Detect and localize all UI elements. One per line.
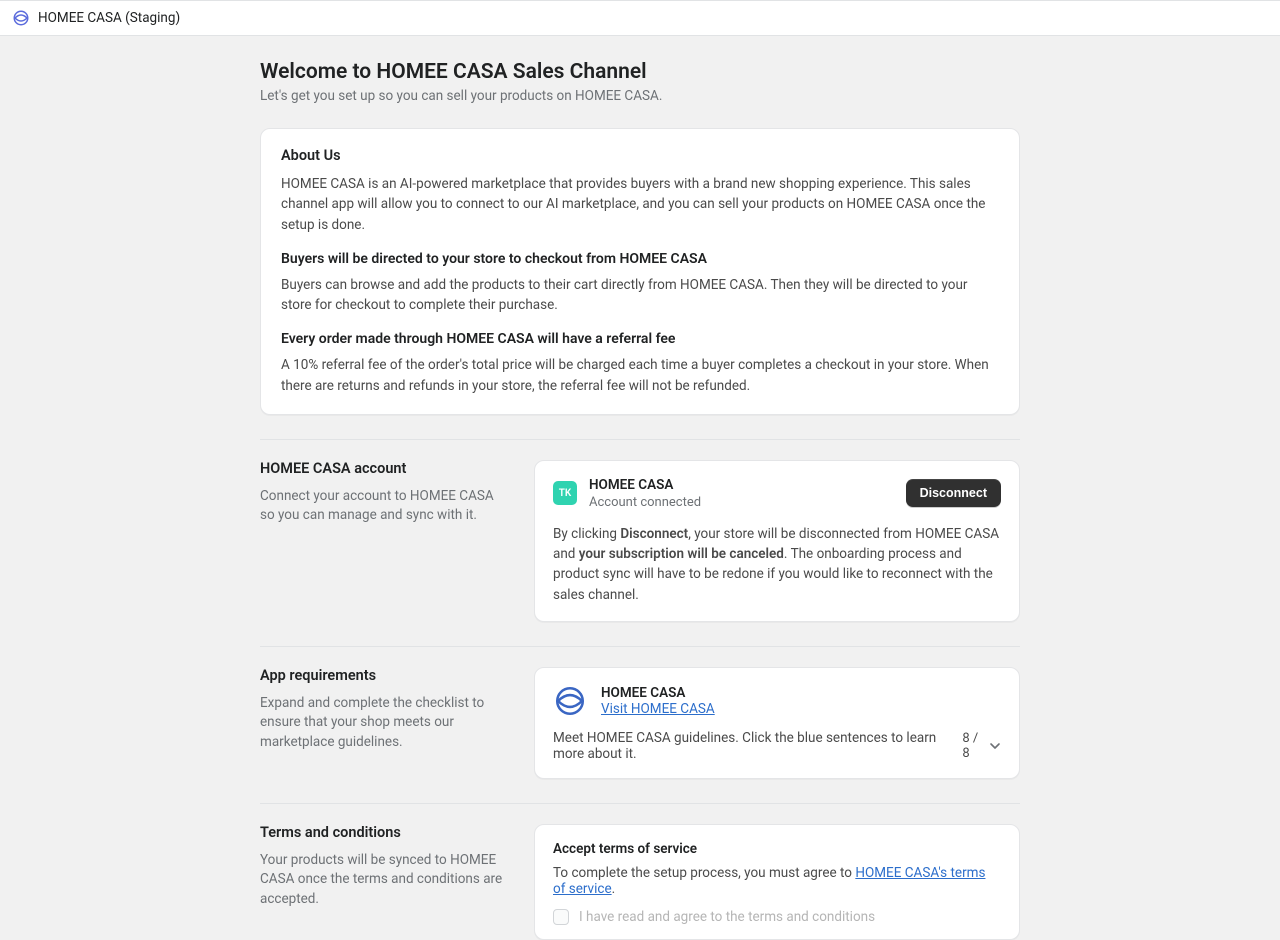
requirements-count: 8 / 8 xyxy=(962,731,983,761)
tos-section-desc: Your products will be synced to HOMEE CA… xyxy=(260,851,510,910)
page-subtitle: Let's get you set up so you can sell you… xyxy=(260,88,1020,104)
tos-text-suffix: . xyxy=(612,881,616,897)
about-card: About Us HOMEE CASA is an AI-powered mar… xyxy=(260,128,1020,415)
about-text-3: A 10% referral fee of the order's total … xyxy=(281,355,999,396)
disconnect-warning: By clicking Disconnect, your store will … xyxy=(553,524,1001,605)
page-title: Welcome to HOMEE CASA Sales Channel xyxy=(260,60,1020,84)
tos-check-label: I have read and agree to the terms and c… xyxy=(579,909,875,925)
about-subheading-1: Buyers will be directed to your store to… xyxy=(281,251,999,267)
requirements-desc: Meet HOMEE CASA guidelines. Click the bl… xyxy=(553,730,962,762)
disconnect-warning-part: By clicking xyxy=(553,526,620,542)
disconnect-warning-bold2: your subscription will be canceled xyxy=(579,546,784,562)
tos-card-title: Accept terms of service xyxy=(553,841,1001,857)
disconnect-button[interactable]: Disconnect xyxy=(906,479,1001,507)
requirements-section-title: App requirements xyxy=(260,667,510,684)
account-section-title: HOMEE CASA account xyxy=(260,460,510,477)
visit-link[interactable]: Visit HOMEE CASA xyxy=(601,701,715,717)
requirements-name: HOMEE CASA xyxy=(601,685,715,701)
tos-text: To complete the setup process, you must … xyxy=(553,865,1001,897)
about-subheading-2: Every order made through HOMEE CASA will… xyxy=(281,331,999,347)
requirements-expand[interactable]: 8 / 8 xyxy=(962,731,1001,761)
app-logo-icon xyxy=(12,9,30,27)
about-text-2: Buyers can browse and add the products t… xyxy=(281,275,999,316)
tos-text-prefix: To complete the setup process, you must … xyxy=(553,865,855,881)
about-text-1: HOMEE CASA is an AI-powered marketplace … xyxy=(281,174,999,235)
requirements-section: App requirements Expand and complete the… xyxy=(260,646,1020,799)
avatar: TK xyxy=(553,481,577,505)
account-status: Account connected xyxy=(589,495,894,510)
brand-logo-icon xyxy=(553,684,587,718)
topbar-title: HOMEE CASA (Staging) xyxy=(38,10,180,26)
requirements-section-desc: Expand and complete the checklist to ens… xyxy=(260,694,510,753)
account-section-desc: Connect your account to HOMEE CASA so yo… xyxy=(260,487,510,526)
account-card: TK HOMEE CASA Account connected Disconne… xyxy=(534,460,1020,622)
chevron-down-icon xyxy=(989,740,1001,752)
tos-section: Terms and conditions Your products will … xyxy=(260,803,1020,940)
topbar: HOMEE CASA (Staging) xyxy=(0,0,1280,36)
tos-section-title: Terms and conditions xyxy=(260,824,510,841)
requirements-card: HOMEE CASA Visit HOMEE CASA Meet HOMEE C… xyxy=(534,667,1020,779)
account-section: HOMEE CASA account Connect your account … xyxy=(260,439,1020,642)
account-name: HOMEE CASA xyxy=(589,477,894,493)
page-content: Welcome to HOMEE CASA Sales Channel Let'… xyxy=(260,60,1020,940)
about-heading: About Us xyxy=(281,147,999,164)
disconnect-warning-bold1: Disconnect xyxy=(620,526,688,542)
tos-card: Accept terms of service To complete the … xyxy=(534,824,1020,940)
tos-checkbox[interactable] xyxy=(553,909,569,925)
